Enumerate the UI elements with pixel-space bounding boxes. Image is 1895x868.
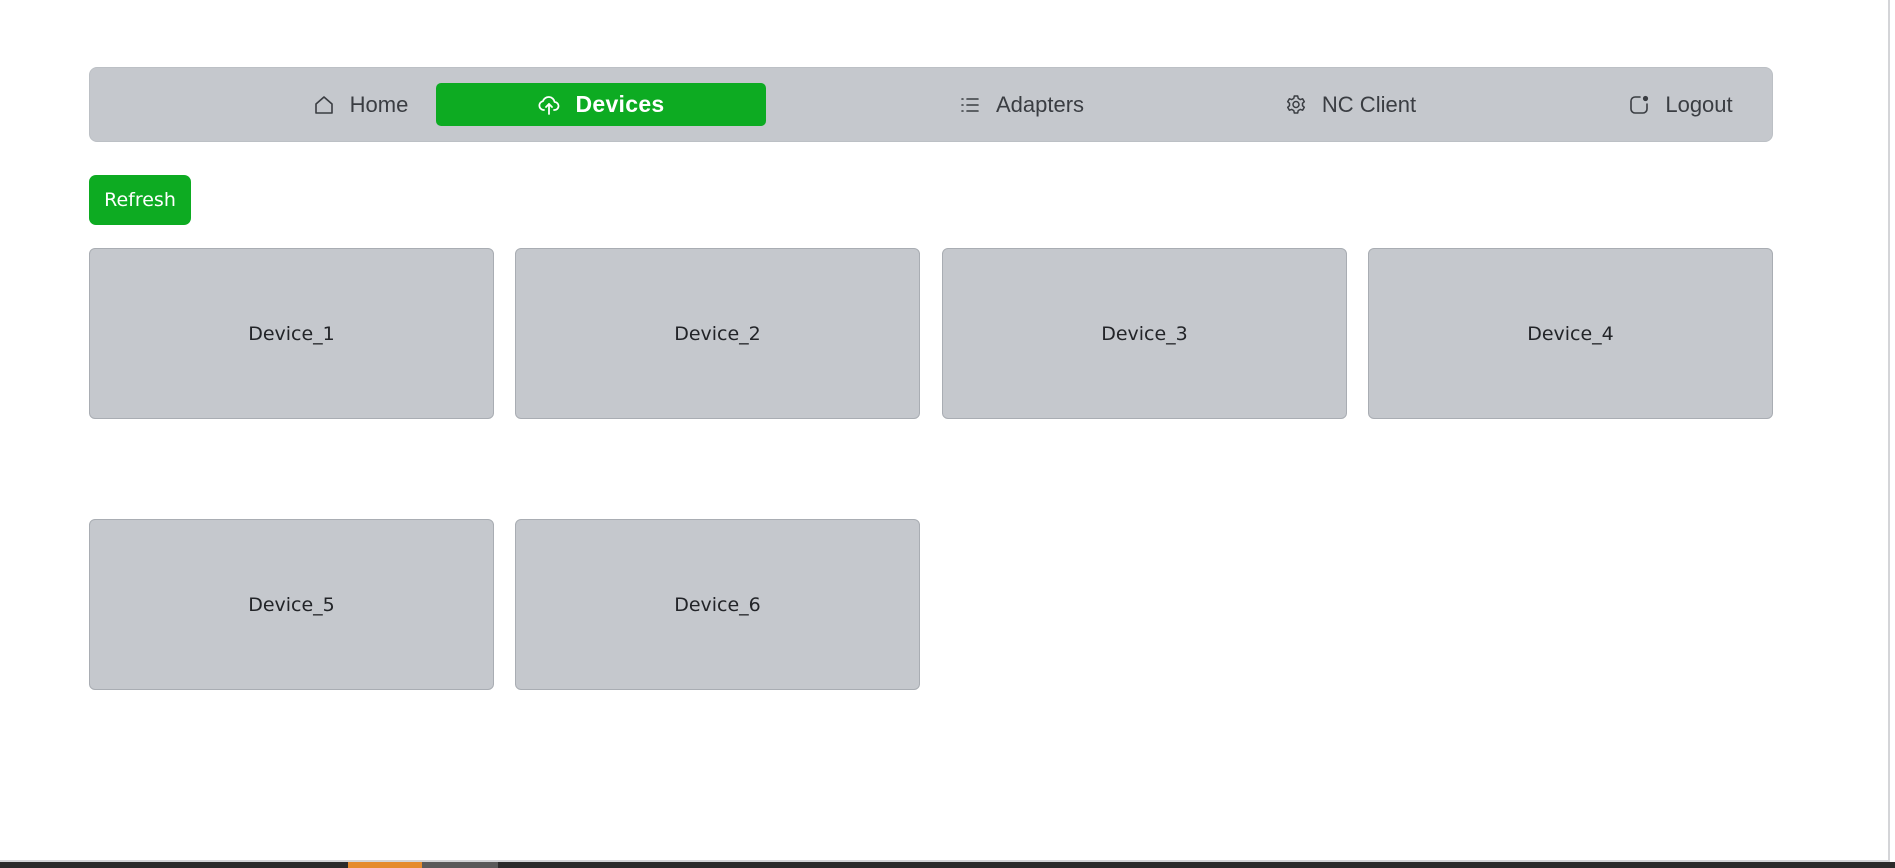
device-name: Device_1 <box>248 322 335 345</box>
nav-item-label: Devices <box>575 91 665 117</box>
list-icon <box>958 93 982 117</box>
refresh-button[interactable]: Refresh <box>89 175 191 225</box>
device-name: Device_3 <box>1101 322 1188 345</box>
taskbar-app-indicator[interactable] <box>348 862 422 868</box>
gear-icon <box>1284 93 1308 117</box>
main-navbar: Home Devices Adapters NC Client Logout <box>89 67 1773 142</box>
nav-item-label: Adapters <box>995 91 1085 117</box>
cloud-upload-icon <box>537 93 561 117</box>
nav-item-nc-client[interactable]: NC Client <box>1185 83 1515 126</box>
logout-icon <box>1627 93 1651 117</box>
device-card[interactable]: Device_1 <box>89 248 494 419</box>
device-name: Device_4 <box>1527 322 1614 345</box>
device-name: Device_6 <box>674 593 761 616</box>
page: Home Devices Adapters NC Client Logout R… <box>0 0 1890 862</box>
nav-item-adapters[interactable]: Adapters <box>856 83 1186 126</box>
nav-item-logout[interactable]: Logout <box>1515 83 1845 126</box>
nav-item-label: Home <box>349 91 409 117</box>
taskbar-app-indicator[interactable] <box>422 862 498 868</box>
device-name: Device_2 <box>674 322 761 345</box>
device-name: Device_5 <box>248 593 335 616</box>
taskbar <box>0 862 1895 868</box>
nav-item-label: Logout <box>1665 91 1733 117</box>
home-icon <box>312 93 336 117</box>
device-card[interactable]: Device_5 <box>89 519 494 690</box>
device-card[interactable]: Device_2 <box>515 248 920 419</box>
nav-item-devices[interactable]: Devices <box>436 83 766 126</box>
device-card[interactable]: Device_4 <box>1368 248 1773 419</box>
device-card[interactable]: Device_6 <box>515 519 920 690</box>
nav-item-label: NC Client <box>1321 91 1417 117</box>
device-card[interactable]: Device_3 <box>942 248 1347 419</box>
